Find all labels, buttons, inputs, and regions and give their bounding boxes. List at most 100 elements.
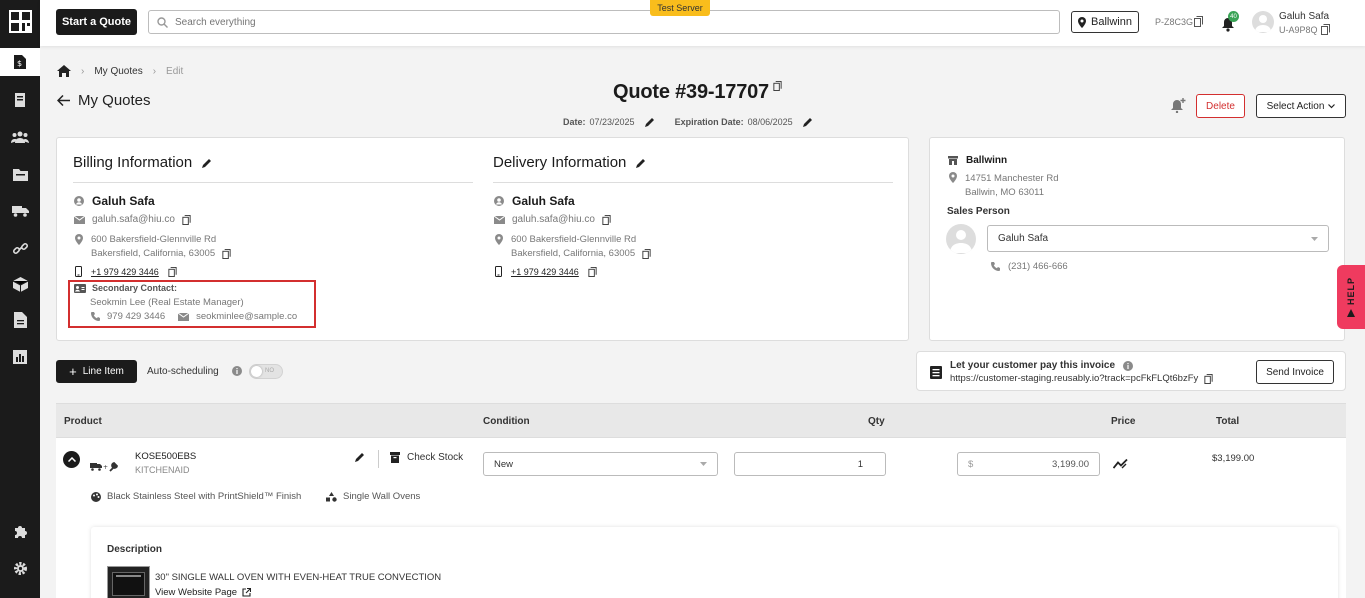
bell-plus-icon[interactable] (1171, 98, 1186, 113)
sidebar-item-links[interactable] (0, 234, 40, 262)
search-icon (157, 16, 168, 28)
line-item-label: Line Item (82, 366, 124, 377)
auto-scheduling-toggle[interactable]: NO (249, 364, 283, 379)
mobile-phone-icon (75, 266, 82, 277)
divider (73, 182, 473, 183)
palette-icon (91, 491, 101, 502)
delivery-phone-link[interactable]: +1 979 429 3446 (511, 267, 579, 277)
mail-icon (74, 215, 85, 224)
delivery-install-icon: + (90, 462, 118, 472)
billing-contact: Galuh Safa (74, 194, 155, 208)
invoice-url[interactable]: https://customer-staging.reusably.io?tra… (950, 373, 1198, 384)
column-total: Total (1216, 416, 1240, 427)
edit-product-icon[interactable] (355, 452, 365, 462)
delete-button[interactable]: Delete (1196, 94, 1245, 118)
user-avatar[interactable] (1252, 11, 1274, 33)
copy-email-icon[interactable] (182, 214, 191, 225)
info-icon[interactable] (232, 366, 242, 376)
date-row: Date: 07/23/2025 Expiration Date: 08/06/… (563, 117, 813, 127)
column-price: Price (1111, 416, 1136, 427)
copy-url-icon[interactable] (1204, 373, 1213, 384)
product-sku[interactable]: KOSE500EBS (135, 451, 196, 462)
description-panel: Description 30" SINGLE WALL OVEN WITH EV… (91, 527, 1338, 598)
sidebar-item-orders[interactable] (0, 86, 40, 114)
map-pin-icon (949, 172, 957, 183)
auto-scheduling-label: Auto-scheduling (147, 366, 219, 377)
sidebar-item-settings[interactable] (0, 554, 40, 582)
billing-phone-link[interactable]: +1 979 429 3446 (91, 267, 159, 277)
svg-text:+: + (103, 464, 108, 471)
sidebar-item-documents[interactable] (0, 306, 40, 334)
product-brand: KITCHENAID (135, 465, 190, 475)
add-line-item-button[interactable]: + Line Item (56, 360, 137, 383)
select-action-dropdown[interactable]: Select Action (1256, 94, 1346, 118)
edit-delivery-icon[interactable] (636, 158, 646, 168)
edit-billing-icon[interactable] (202, 158, 212, 168)
home-icon[interactable] (57, 65, 71, 77)
help-tab[interactable]: HELP (1337, 265, 1365, 329)
delivery-heading: Delivery Information (493, 154, 627, 171)
user-circle-icon (74, 196, 84, 206)
copy-icon[interactable] (1194, 16, 1203, 27)
sidebar-item-reports[interactable] (0, 343, 40, 371)
breadcrumb: › My Quotes › Edit (57, 65, 183, 77)
sales-person-value: Galuh Safa (998, 233, 1049, 244)
price-trend-icon[interactable] (1113, 458, 1128, 469)
sidebar-item-customers[interactable] (0, 123, 40, 151)
copy-phone-icon[interactable] (588, 266, 597, 277)
start-quote-button[interactable]: Start a Quote (56, 9, 137, 35)
copy-quote-number-icon[interactable] (773, 81, 782, 91)
external-link-icon (242, 588, 252, 597)
sidebar: $ (0, 0, 40, 598)
edit-expiration-icon[interactable] (802, 117, 813, 127)
finish-value: Black Stainless Steel with PrintShield™ … (107, 491, 302, 502)
back-label: My Quotes (78, 92, 151, 109)
test-server-badge: Test Server (650, 0, 710, 16)
copy-email-icon[interactable] (602, 214, 611, 225)
user-avatar-icon (1255, 15, 1271, 32)
column-product: Product (64, 416, 102, 427)
condition-select[interactable]: New (483, 452, 718, 476)
link-icon (12, 242, 28, 254)
sidebar-item-products[interactable] (0, 270, 40, 298)
price-value: 3,199.00 (1052, 458, 1089, 470)
send-invoice-button[interactable]: Send Invoice (1256, 360, 1334, 384)
back-to-quotes[interactable]: My Quotes (57, 92, 151, 109)
sales-person-select[interactable]: Galuh Safa (987, 225, 1329, 252)
search-input[interactable] (175, 16, 1035, 28)
condition-value: New (494, 458, 514, 470)
document-icon (13, 312, 27, 328)
sidebar-item-quotes[interactable]: $ (0, 48, 40, 76)
global-search[interactable] (148, 10, 1060, 34)
sidebar-item-integrations[interactable] (0, 517, 40, 545)
store-header: Ballwinn (948, 155, 1007, 166)
qty-input[interactable]: 1 (734, 452, 886, 476)
price-input[interactable]: $ 3,199.00 (957, 452, 1100, 476)
divider (493, 182, 893, 183)
collapse-row-button[interactable] (63, 451, 80, 468)
copy-user-code-icon[interactable] (1321, 24, 1330, 35)
edit-date-icon[interactable] (644, 117, 655, 127)
location-selector[interactable]: Ballwinn (1071, 11, 1139, 33)
invoice-icon (930, 366, 942, 379)
category-attribute: Single Wall Ovens (326, 491, 420, 502)
qty-value: 1 (857, 458, 863, 470)
copy-phone-icon[interactable] (168, 266, 177, 277)
user-circle-icon (494, 196, 504, 206)
app-logo-icon[interactable] (9, 10, 32, 33)
billing-email-row: galuh.safa@hiu.co (74, 214, 191, 225)
map-pin-icon (1078, 16, 1087, 28)
breadcrumb-my-quotes[interactable]: My Quotes (94, 66, 142, 77)
check-stock-button[interactable]: Check Stock (390, 452, 463, 463)
map-pin-icon (495, 234, 503, 245)
sidebar-item-inventory[interactable] (0, 160, 40, 188)
notifications-button[interactable]: 40 (1221, 11, 1239, 32)
store-address-line2: Ballwin, MO 63011 (965, 187, 1045, 198)
sidebar-item-delivery[interactable] (0, 197, 40, 225)
sales-person-avatar (946, 224, 976, 254)
user-avatar-icon (950, 230, 972, 253)
copy-address-icon[interactable] (642, 248, 651, 259)
view-website-link[interactable]: View Website Page (155, 587, 252, 598)
info-icon[interactable] (1123, 360, 1134, 371)
copy-address-icon[interactable] (222, 248, 231, 259)
